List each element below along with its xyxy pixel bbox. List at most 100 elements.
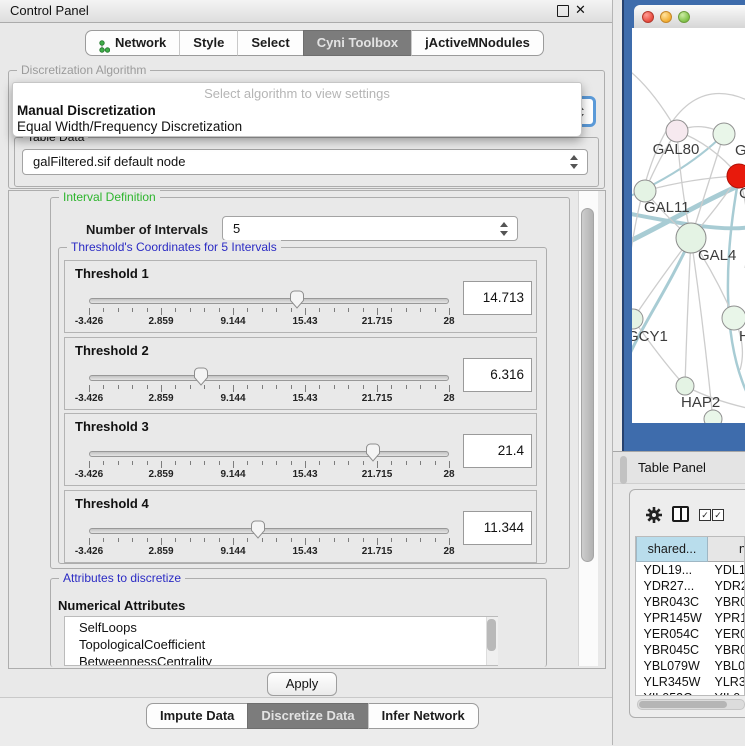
numerical-attributes-label: Numerical Attributes <box>58 598 185 613</box>
dropdown-prompt: Select algorithm to view settings <box>13 86 581 101</box>
table-row[interactable]: YDR27...YDR2 <box>637 578 745 594</box>
threshold-slider-track[interactable] <box>89 298 449 304</box>
threshold-row: Threshold 3 -3.4262.8599.14415.4321.7152… <box>64 413 537 486</box>
tab-select[interactable]: Select <box>237 30 302 56</box>
node-h[interactable] <box>722 306 745 330</box>
tab-label: Select <box>251 31 289 55</box>
threshold-slider-thumb[interactable] <box>365 443 381 462</box>
table-row[interactable]: YPR145WYPR1 <box>637 610 745 626</box>
numerical-attributes-list[interactable]: SelfLoopsTopologicalCoefficientBetweenne… <box>64 616 498 666</box>
group-title: Interval Definition <box>59 190 160 204</box>
group-title: Discretization Algorithm <box>17 63 150 77</box>
table-cell[interactable]: YBR0 <box>708 642 745 658</box>
split-columns-icon[interactable] <box>672 506 689 522</box>
tab-label: Cyni Toolbox <box>317 31 398 55</box>
table-row[interactable]: YBL079WYBL0 <box>637 658 745 674</box>
node-bottom[interactable] <box>704 410 722 423</box>
tab-impute-data[interactable]: Impute Data <box>146 703 247 729</box>
table-row[interactable]: YDL19...YDL1 <box>637 562 745 579</box>
column-header-shared-name[interactable]: shared... <box>637 537 708 562</box>
threshold-value-field[interactable]: 6.316 <box>463 358 532 392</box>
node-hap2[interactable] <box>676 377 694 395</box>
table-cell[interactable]: YBR043C <box>637 594 708 610</box>
table-horizontal-scrollbar-thumb[interactable] <box>639 701 727 708</box>
tab-style[interactable]: Style <box>179 30 237 56</box>
table-cell[interactable]: YPR1 <box>708 610 745 626</box>
close-traffic-light-icon[interactable] <box>642 11 654 23</box>
table-cell[interactable]: YIL0 <box>708 690 745 696</box>
node-table[interactable]: shared... na YDL19...YDL1YDR27...YDR2YBR… <box>635 536 745 696</box>
tick-label: -3.426 <box>75 316 103 327</box>
table-data-combobox[interactable]: galFiltered.sif default node <box>22 149 588 175</box>
tick-label: 2.859 <box>148 469 173 480</box>
table-cell[interactable]: YER0 <box>708 626 745 642</box>
network-canvas[interactable]: GAL80 GA C GAL11 GAL4 GCY1 H HAP2 <box>632 28 745 423</box>
threshold-slider-thumb[interactable] <box>289 290 305 309</box>
close-icon[interactable]: ✕ <box>575 2 586 18</box>
node-ga[interactable] <box>713 123 735 145</box>
threshold-slider-track[interactable] <box>89 528 449 534</box>
tab-discretize-data[interactable]: Discretize Data <box>247 703 367 729</box>
minimize-traffic-light-icon[interactable] <box>660 11 672 23</box>
table-row[interactable]: YLR345WYLR3 <box>637 674 745 690</box>
apply-button[interactable]: Apply <box>267 672 337 696</box>
dropdown-option-manual-discretization[interactable]: Manual Discretization <box>15 103 577 118</box>
gear-icon[interactable] <box>645 506 663 529</box>
checkbox-icon[interactable]: ✓ <box>699 509 711 521</box>
vertical-scrollbar-thumb[interactable] <box>581 208 594 562</box>
tab-label: Network <box>115 31 166 55</box>
table-cell[interactable]: YIL052C <box>637 690 708 696</box>
tick-label: 2.859 <box>148 546 173 557</box>
dropdown-option-equal-width[interactable]: Equal Width/Frequency Discretization <box>15 119 577 134</box>
table-cell[interactable]: YLR345W <box>637 674 708 690</box>
tab-jactivemnodules[interactable]: jActiveMNodules <box>411 30 544 56</box>
attributes-scrollbar-thumb[interactable] <box>487 619 496 651</box>
threshold-label: Threshold 2 <box>75 343 149 358</box>
tick-label: 2.859 <box>148 316 173 327</box>
table-cell[interactable]: YDR27... <box>637 578 708 594</box>
attribute-list-item[interactable]: BetweennessCentrality <box>79 653 497 666</box>
zoom-traffic-light-icon[interactable] <box>678 11 690 23</box>
table-cell[interactable]: YBL0 <box>708 658 745 674</box>
tab-label: Discretize Data <box>261 704 354 728</box>
threshold-slider-track[interactable] <box>89 451 449 457</box>
attribute-list-item[interactable]: SelfLoops <box>79 619 497 636</box>
tab-label: jActiveMNodules <box>425 31 530 55</box>
float-window-icon[interactable] <box>557 5 569 17</box>
table-cell[interactable]: YDR2 <box>708 578 745 594</box>
table-cell[interactable]: YBR0 <box>708 594 745 610</box>
side-scrollbar-thumb[interactable] <box>620 456 627 484</box>
number-of-intervals-combobox[interactable]: 5 <box>222 216 518 241</box>
threshold-value-field[interactable]: 11.344 <box>463 511 532 545</box>
table-cell[interactable]: YBL079W <box>637 658 708 674</box>
network-window-titlebar[interactable] <box>634 5 745 29</box>
attribute-list-item[interactable]: TopologicalCoefficient <box>79 636 497 653</box>
table-cell[interactable]: YER054C <box>637 626 708 642</box>
node-gal80[interactable] <box>666 120 688 142</box>
table-cell[interactable]: YDL1 <box>708 562 745 579</box>
node-label-h: H <box>739 328 745 345</box>
threshold-slider-track[interactable] <box>89 375 449 381</box>
combo-arrows-icon <box>570 155 579 169</box>
checkbox-icon[interactable]: ✓ <box>712 509 724 521</box>
table-row[interactable]: YBR043CYBR0 <box>637 594 745 610</box>
tab-network[interactable]: Network <box>85 30 179 56</box>
threshold-value-field[interactable]: 14.713 <box>463 281 532 315</box>
threshold-slider-thumb[interactable] <box>250 520 266 539</box>
tick-label: 21.715 <box>362 469 393 480</box>
tab-infer-network[interactable]: Infer Network <box>368 703 479 729</box>
tab-cyni-toolbox[interactable]: Cyni Toolbox <box>303 30 411 56</box>
table-row[interactable]: YER054CYER0 <box>637 626 745 642</box>
threshold-value-field[interactable]: 21.4 <box>463 434 532 468</box>
threshold-slider-thumb[interactable] <box>193 367 209 386</box>
table-cell[interactable]: YBR045C <box>637 642 708 658</box>
table-cell[interactable]: YPR145W <box>637 610 708 626</box>
table-row[interactable]: YIL052CYIL0 <box>637 690 745 696</box>
node-gcy1[interactable] <box>632 309 643 329</box>
table-cell[interactable]: YLR3 <box>708 674 745 690</box>
number-of-intervals-value: 5 <box>233 221 240 236</box>
table-row[interactable]: YBR045CYBR0 <box>637 642 745 658</box>
column-header-name[interactable]: na <box>708 537 745 562</box>
tab-label: Infer Network <box>382 704 465 728</box>
table-cell[interactable]: YDL19... <box>637 562 708 579</box>
